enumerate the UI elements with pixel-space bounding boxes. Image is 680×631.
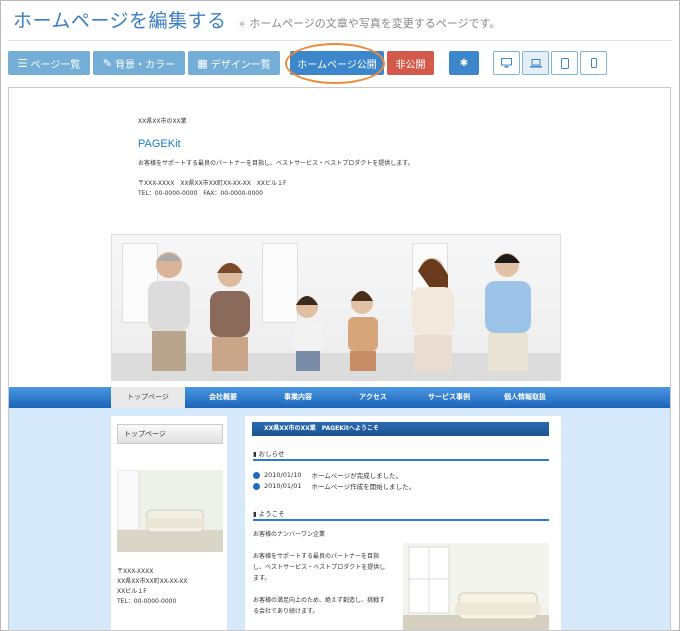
news-text: ホームページが完成しました。 [311, 472, 403, 480]
news-item[interactable]: 2010/01/10 ホームページが完成しました。 [253, 470, 402, 480]
sidebar: トップページ 〒XXX-XXXX XX県XX市XX町XX-XX-XX XXビル１… [111, 416, 227, 630]
unpublish-label: 非公開 [395, 59, 426, 71]
desktop-icon [501, 58, 512, 68]
laptop-view-button[interactable] [522, 51, 549, 75]
hero-family-image[interactable] [111, 234, 561, 381]
header-divider [8, 40, 672, 41]
family-figures [148, 252, 531, 371]
news-date: 2010/01/01 [264, 482, 302, 490]
site-tagline: お客様をサポートする最良のパートナーを目指し、ベストサービス・ベストプロダクトを… [138, 160, 414, 167]
subtitle-text: ホームページの文章や写真を変更するページです。 [249, 17, 501, 30]
sidebar-tab-top[interactable]: トップページ [117, 424, 223, 444]
desktop-view-button[interactable] [493, 51, 520, 75]
unpublish-button[interactable]: 非公開 [387, 51, 434, 75]
tablet-icon [560, 57, 569, 69]
sidebar-address-line: TEL：00-0000-0000 [117, 598, 177, 605]
nav-item-access[interactable]: アクセス [335, 387, 411, 408]
page-header: ホームページを編集する » ホームページの文章や写真を変更するページです。 [13, 6, 500, 36]
news-divider [253, 459, 549, 461]
sidebar-address-line: 〒XXX-XXXX [117, 568, 154, 575]
main-content: XX県XX市のXX業 PAGEKitへようこそ ▮ おしらせ 2010/01/1… [245, 416, 561, 630]
phone-view-button[interactable] [580, 51, 607, 75]
gear-icon: ✱ [459, 57, 469, 69]
main-title-bar: XX県XX市のXX業 PAGEKitへようこそ [252, 422, 549, 436]
welcome-divider [253, 519, 549, 521]
page-list-button[interactable]: ☰ ページ一覧 [8, 51, 90, 75]
news-item[interactable]: 2010/01/01 ホームページ作成を開始しました。 [253, 481, 415, 491]
site-prefecture: XX県XX市のXX業 [138, 118, 187, 125]
page-subtitle: » ホームページの文章や写真を変更するページです。 [239, 15, 501, 31]
welcome-text: お客様のナンバーワン企業 お客様をサポートする最良のパートナーを目指 し、ベスト… [253, 529, 385, 617]
nav-item-company[interactable]: 会社概要 [185, 387, 261, 408]
page-list-label: ページ一覧 [30, 59, 81, 71]
news-heading: ▮ おしらせ [253, 448, 285, 458]
welcome-line: る会社であり続けます。 [253, 608, 319, 615]
room-illustration [403, 546, 549, 630]
site-logo[interactable]: PAGEKit [138, 138, 181, 150]
site-nav: トップページ 会社概要 事業内容 アクセス サービス事例 個人情報取扱 [9, 387, 670, 408]
page-title: ホームページを編集する [13, 10, 227, 32]
welcome-line: お客様をサポートする最良のパートナーを目指 [253, 553, 380, 560]
phone-icon [590, 58, 597, 68]
sidebar-address: 〒XXX-XXXX XX県XX市XX町XX-XX-XX XXビル１F TEL：0… [117, 567, 187, 607]
sidebar-address-line: XXビル１F [117, 588, 147, 595]
list-icon: ☰ [17, 56, 28, 70]
nav-item-business[interactable]: 事業内容 [261, 387, 335, 408]
tablet-view-button[interactable] [551, 51, 578, 75]
welcome-line: ます。 [253, 575, 271, 582]
bullet-icon [253, 482, 260, 490]
brush-icon: ✎ [102, 56, 113, 70]
chevron-icon: » [238, 17, 246, 30]
welcome-line: し、ベストサービス・ベストプロダクトを提供し [253, 564, 386, 571]
sidebar-address-line: XX県XX市XX町XX-XX-XX [117, 578, 188, 585]
site-preview: XX県XX市のXX業 PAGEKit お客様をサポートする最良のパートナーを目指… [8, 87, 671, 631]
background-color-label: 背景・カラー [115, 59, 176, 71]
news-heading-text: おしらせ [258, 450, 285, 458]
site-tel-fax: TEL：00-0000-0000 FAX：00-0000-0000 [138, 190, 263, 197]
welcome-heading: ▮ ようこそ [253, 508, 285, 518]
content-area: トップページ 〒XXX-XXXX XX県XX市XX町XX-XX-XX XXビル１… [9, 408, 670, 630]
site-address: 〒XXX-XXXX XX県XX市XX町XX-XX-XX XXビル１F [138, 180, 287, 187]
news-date: 2010/01/10 [264, 471, 302, 479]
grid-icon: ▦ [197, 56, 208, 70]
welcome-line [253, 540, 385, 551]
welcome-line: お客様のナンバーワン企業 [253, 531, 326, 538]
sofa-illustration [117, 470, 223, 552]
welcome-room-image[interactable] [403, 543, 549, 630]
welcome-heading-text: ようこそ [258, 510, 285, 518]
welcome-line [253, 584, 385, 595]
sidebar-room-image[interactable] [117, 470, 223, 552]
nav-item-privacy[interactable]: 個人情報取扱 [487, 387, 563, 408]
bullet-icon [253, 471, 260, 479]
publish-highlight-annotation [285, 43, 385, 84]
background-color-button[interactable]: ✎ 背景・カラー [93, 51, 185, 75]
welcome-line: お客様の満足向上のため、絶えず創造し、挑戦す [253, 597, 386, 604]
design-list-button[interactable]: ▦ デザイン一覧 [188, 51, 280, 75]
nav-item-top[interactable]: トップページ [111, 387, 185, 408]
design-list-label: デザイン一覧 [210, 59, 271, 71]
nav-item-cases[interactable]: サービス事例 [411, 387, 487, 408]
settings-button[interactable]: ✱ [449, 51, 479, 75]
news-text: ホームページ作成を開始しました。 [311, 483, 416, 491]
laptop-icon [529, 58, 542, 67]
